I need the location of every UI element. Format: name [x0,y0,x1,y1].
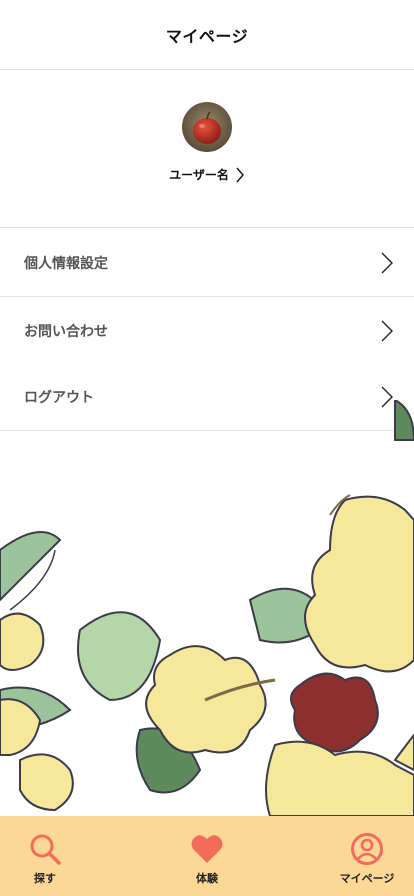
chevron-right-icon [381,320,393,341]
tab-label: マイページ [339,872,395,885]
tab-experience[interactable]: 体験 [172,832,242,886]
tab-label: 探す [34,872,56,885]
page-title: マイページ [165,26,249,46]
user-avatar[interactable] [182,102,232,152]
menu-item-personal-info[interactable]: 個人情報設定 [0,229,414,297]
app-header: マイページ [0,0,414,70]
apple-avatar-icon [182,102,232,152]
menu-item-label: 個人情報設定 [24,255,108,272]
heart-icon [191,835,223,863]
tab-search[interactable]: 探す [10,832,80,886]
user-circle-icon [351,833,383,865]
chevron-right-icon [236,167,244,182]
bottom-tab-bar: 探す 体験 マイページ [0,816,414,896]
search-icon [30,834,61,865]
chevron-right-icon [381,252,393,273]
tab-mypage[interactable]: マイページ [332,832,402,886]
tab-label: 体験 [196,872,218,885]
hibiscus-decoration [0,400,414,816]
profile-section: ユーザー名 [0,70,414,228]
menu-item-contact[interactable]: お問い合わせ [0,297,414,365]
username-label: ユーザー名 [169,168,229,182]
username-link[interactable]: ユーザー名 [0,166,414,183]
menu-item-label: お問い合わせ [24,323,108,340]
